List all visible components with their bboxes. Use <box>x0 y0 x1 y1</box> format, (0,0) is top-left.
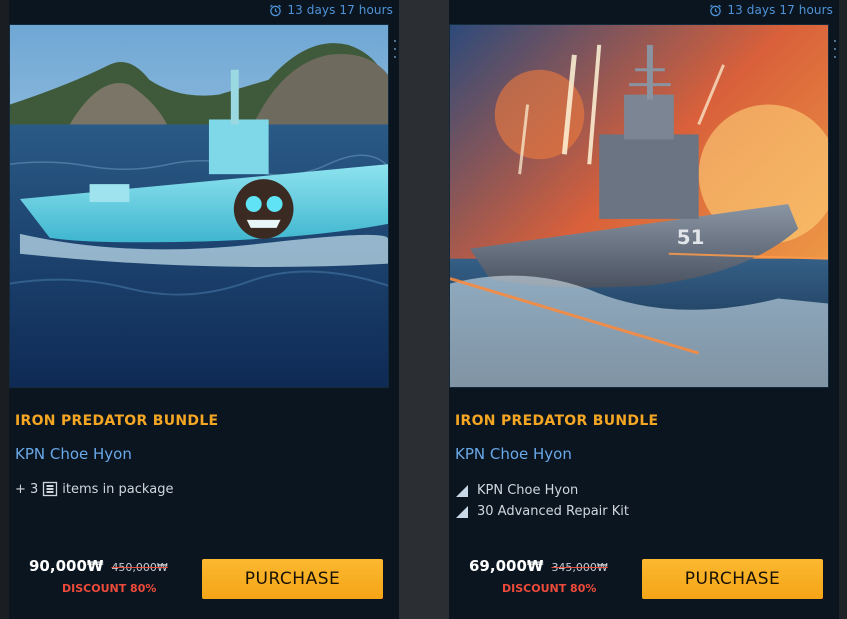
purchase-button[interactable]: PURCHASE <box>642 559 823 599</box>
svg-text:51: 51 <box>677 226 705 249</box>
contents-count: + 3 <box>15 481 39 497</box>
contents-label: items in package <box>62 481 174 497</box>
original-price: 450,000₩ <box>111 561 168 574</box>
ship-name[interactable]: KPN Choe Hyon <box>455 445 572 463</box>
bundle-artwork <box>9 24 389 388</box>
current-price: 69,000₩ <box>469 557 544 575</box>
timer-text: 13 days 17 hours <box>727 3 833 17</box>
package-item-label: KPN Choe Hyon <box>477 483 579 498</box>
triangle-bullet-icon <box>456 484 468 497</box>
discount-label: DISCOUNT 80% <box>502 582 597 595</box>
bundle-title: IRON PREDATOR BUNDLE <box>455 413 659 429</box>
kebab-menu-icon[interactable] <box>393 40 397 58</box>
purchase-button[interactable]: PURCHASE <box>202 559 383 599</box>
bundle-card-1[interactable]: 13 days 17 hours IRON PREDATOR BUNDLE KP… <box>9 0 399 619</box>
discount-label: DISCOUNT 80% <box>62 582 157 595</box>
bundle-artwork: 51 <box>449 24 829 388</box>
timer-text: 13 days 17 hours <box>287 3 393 17</box>
ship-name[interactable]: KPN Choe Hyon <box>15 445 132 463</box>
alarm-clock-icon <box>710 4 722 16</box>
timer: 13 days 17 hours <box>269 3 393 17</box>
package-item: KPN Choe Hyon <box>455 480 629 501</box>
current-price: 90,000₩ <box>29 557 104 575</box>
package-item: 30 Advanced Repair Kit <box>455 501 629 522</box>
price-block: 90,000₩ 450,000₩ DISCOUNT 80% <box>29 557 189 595</box>
alarm-clock-icon <box>270 4 282 16</box>
package-icon <box>43 481 58 497</box>
triangle-bullet-icon <box>456 505 468 518</box>
kebab-menu-icon[interactable] <box>833 40 837 58</box>
price-block: 69,000₩ 345,000₩ DISCOUNT 80% <box>469 557 629 595</box>
package-contents: + 3 items in package <box>15 481 173 497</box>
bundle-card-2[interactable]: 13 days 17 hours 51 IRON PREDATOR BUNDLE… <box>449 0 839 619</box>
middle-gutter <box>399 0 449 619</box>
package-item-list: KPN Choe Hyon 30 Advanced Repair Kit <box>455 480 629 522</box>
package-item-label: 30 Advanced Repair Kit <box>477 504 630 519</box>
original-price: 345,000₩ <box>551 561 608 574</box>
timer: 13 days 17 hours <box>709 3 833 17</box>
right-gutter <box>838 0 847 619</box>
bundle-title: IRON PREDATOR BUNDLE <box>15 413 219 429</box>
